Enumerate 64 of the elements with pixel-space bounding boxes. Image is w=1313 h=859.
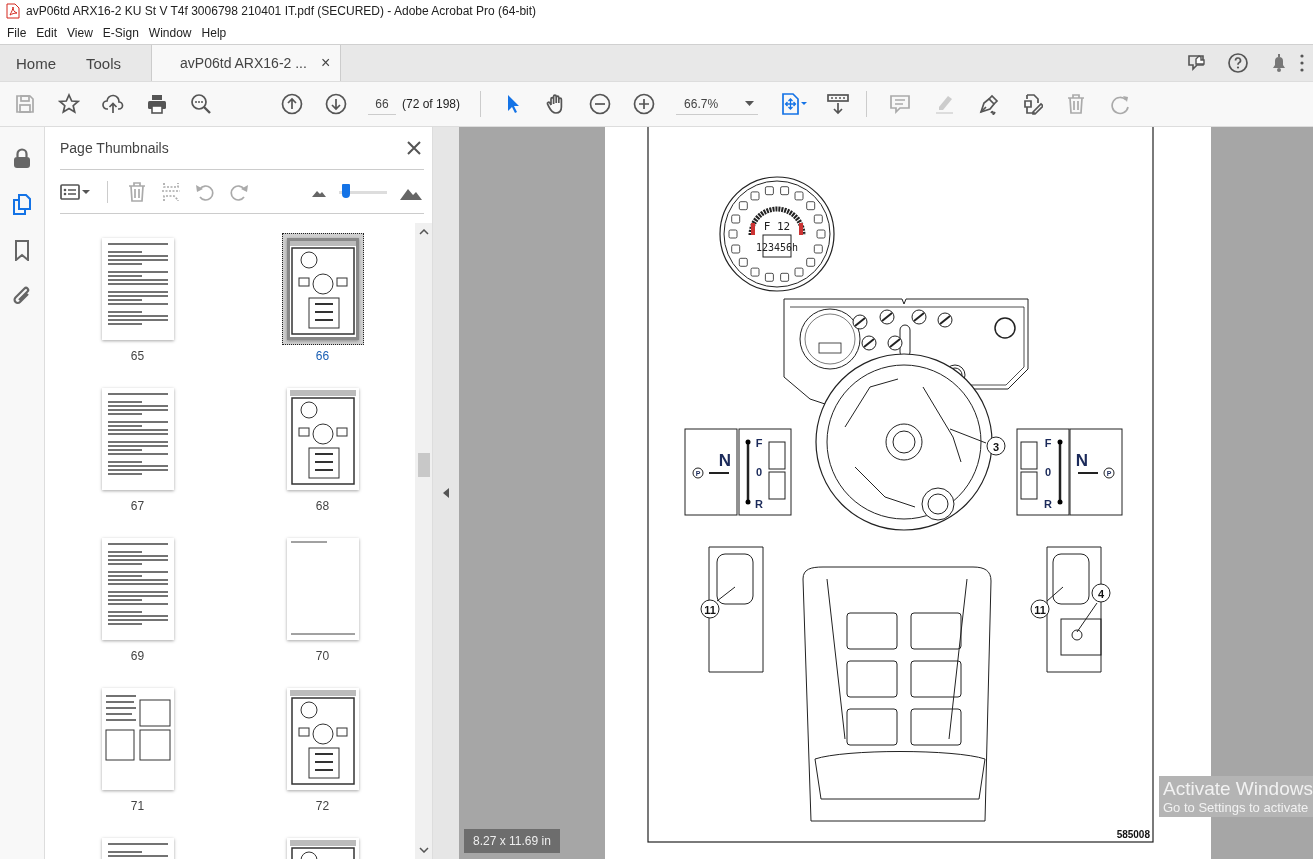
zoom-out-icon[interactable] — [589, 93, 612, 115]
help-icon[interactable] — [1226, 52, 1249, 74]
neutral-zero-label: 0 — [755, 466, 763, 478]
page-number-label: 66 — [315, 349, 330, 363]
reverse-label: R — [1044, 498, 1052, 510]
page-number-label: 68 — [315, 499, 330, 513]
document-tab[interactable]: avP06td ARX16-2 ... × — [151, 45, 342, 81]
menu-item[interactable]: View — [62, 26, 98, 40]
page-number-label: 69 — [130, 649, 145, 663]
page-number-label: 70 — [315, 649, 330, 663]
forward-label: F — [1044, 437, 1052, 449]
more-icon[interactable] — [1299, 52, 1305, 74]
menu-item[interactable]: Edit — [31, 26, 63, 40]
search-icon[interactable] — [190, 93, 212, 115]
print-icon[interactable] — [146, 93, 168, 115]
zoom-in-icon[interactable] — [633, 93, 656, 115]
menu-item[interactable]: File — [2, 26, 32, 40]
menu-item[interactable]: Window — [143, 26, 197, 40]
scroll-up-icon[interactable] — [418, 229, 429, 235]
pen-nib-icon[interactable] — [977, 93, 1000, 115]
page-thumbnail[interactable] — [281, 233, 364, 345]
scroll-thumb[interactable] — [417, 453, 430, 477]
window-title: avP06td ARX16-2 KU St V T4f 3006798 210401 IT.pdf (SECURED) - Adobe Acrobat Pro (64-bit) — [26, 4, 537, 18]
neutral-label: N — [718, 451, 732, 470]
nav-tab[interactable]: Home — [0, 45, 70, 81]
hour-meter-readout: 123456h — [755, 242, 799, 253]
neutral-zero-label: 0 — [1044, 466, 1052, 478]
page-number-label: 72 — [315, 799, 330, 813]
menu-item[interactable]: E-Sign — [97, 26, 144, 40]
fit-page-icon[interactable] — [779, 93, 810, 115]
thumbnail-size-slider[interactable] — [339, 183, 387, 200]
zoom-dropdown[interactable]: 66.7% — [676, 93, 759, 115]
page-number-label: 67 — [130, 499, 145, 513]
arrow-down-circle-icon[interactable] — [325, 93, 347, 115]
activation-notice-text: Go to Settings to activate — [1163, 800, 1310, 815]
figure-number: 585008 — [1116, 829, 1150, 840]
gear-readout: F 12 — [763, 220, 791, 233]
arrow-up-circle-icon[interactable] — [281, 93, 303, 115]
reverse-label: R — [755, 498, 763, 510]
share-icon[interactable] — [1185, 52, 1208, 74]
collapse-arrow-icon[interactable] — [443, 488, 449, 498]
nav-tab[interactable]: Tools — [70, 45, 136, 81]
page-count: (72 of 198) — [402, 97, 461, 111]
menu-item[interactable]: Help — [196, 26, 232, 40]
options-menu-icon[interactable] — [60, 181, 91, 202]
caret-icon[interactable] — [745, 101, 755, 106]
close-tab-button[interactable]: × — [320, 54, 331, 72]
forward-label: F — [755, 437, 763, 449]
neutral-label: N — [1075, 451, 1089, 470]
scroll-mode-icon[interactable] — [827, 93, 850, 115]
edit-document-icon[interactable] — [1021, 93, 1044, 115]
lock-icon[interactable] — [11, 147, 33, 169]
panel-title: Page Thumbnails — [60, 140, 169, 156]
pages-icon[interactable] — [11, 193, 33, 215]
pdf-file-icon — [6, 3, 20, 19]
star-icon[interactable] — [58, 93, 80, 115]
page-number-label: 71 — [130, 799, 145, 813]
upload-cloud-icon[interactable] — [102, 93, 124, 115]
scrollbar[interactable] — [415, 223, 432, 859]
activation-notice-title: Activate Windows — [1163, 778, 1313, 800]
page-number-field[interactable]: 66 — [368, 93, 396, 115]
page-size-label: 8.27 x 11.69 in — [464, 829, 560, 853]
scroll-down-icon[interactable] — [418, 847, 429, 853]
page-number-label: 65 — [130, 349, 145, 363]
